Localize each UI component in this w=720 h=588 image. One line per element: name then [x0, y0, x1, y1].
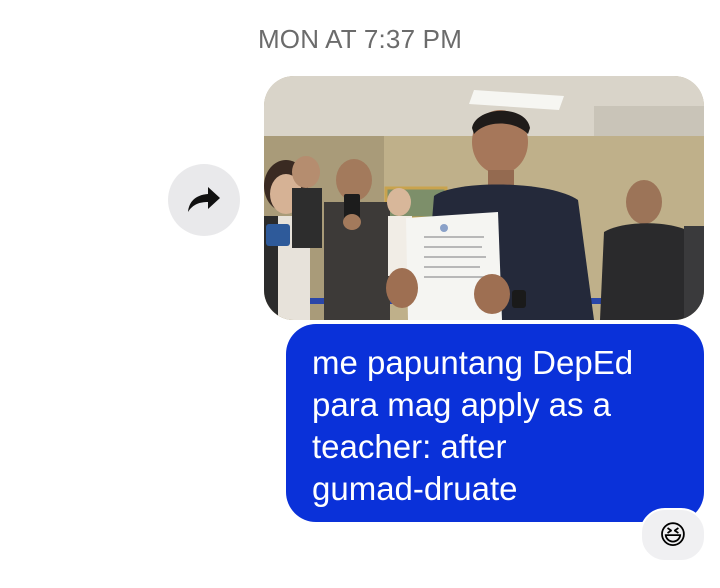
photo-image	[264, 76, 704, 320]
message-timestamp: MON AT 7:37 PM	[257, 24, 463, 54]
message-text: me papuntang DepEd para mag apply as a t…	[312, 344, 634, 507]
forward-button[interactable]	[168, 164, 240, 236]
reaction-badge[interactable]: 😆	[640, 508, 706, 562]
photo-attachment[interactable]	[264, 76, 704, 320]
forward-share-icon	[188, 187, 220, 212]
laughing-emoji-icon: 😆	[658, 519, 688, 550]
message-bubble[interactable]: me papuntang DepEd para mag apply as a t…	[286, 324, 704, 522]
